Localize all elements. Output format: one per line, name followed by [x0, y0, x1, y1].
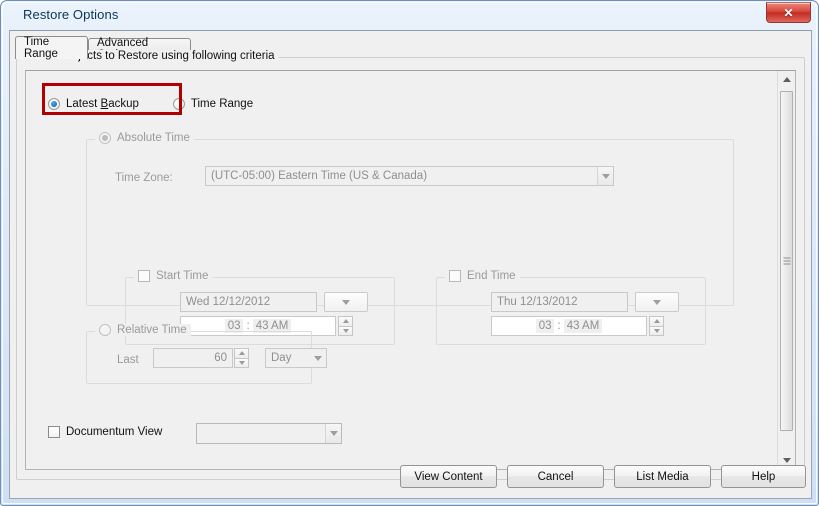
relative-last-stepper[interactable] [234, 348, 249, 368]
restore-mode-radio-group: Latest Backup Time Range [48, 93, 253, 115]
end-time-minute-meridiem: 43 AM [563, 319, 603, 333]
relative-unit-combobox[interactable]: Day [265, 348, 327, 368]
end-time-group: End Time Thu 12/13/2012 03 : 43 AM [436, 270, 706, 345]
scrollbar-thumb[interactable] [780, 91, 793, 431]
window-title: Restore Options [23, 7, 119, 22]
radio-absolute-time-indicator [99, 132, 111, 144]
end-time-label: End Time [467, 270, 516, 282]
time-zone-value: (UTC-05:00) Eastern Time (US & Canada) [211, 170, 428, 182]
tab-time-range[interactable]: Time Range [15, 36, 88, 60]
end-time-legend[interactable]: End Time [445, 270, 520, 282]
absolute-time-group: Absolute Time Time Zone: (UTC-05:00) Eas… [86, 132, 734, 345]
start-time-stepper-up-icon [338, 316, 353, 327]
close-button[interactable]: ✕ [766, 2, 811, 23]
radio-time-range-label: Time Range [190, 98, 254, 110]
radio-latest-backup-label: Latest Backup [66, 98, 139, 110]
relative-time-label: Relative Time [117, 324, 187, 336]
relative-unit-chevron-down-icon [310, 349, 326, 367]
restore-options-window: Restore Options ✕ Advanced Options Time … [0, 0, 819, 506]
criteria-group: Show Objects to Restore using following … [16, 50, 805, 480]
radio-time-range[interactable]: Time Range [172, 98, 254, 110]
radio-relative-time-indicator [99, 324, 111, 336]
end-time-stepper-up-icon [649, 316, 664, 327]
help-button[interactable]: Help [721, 465, 806, 488]
end-time-stepper[interactable] [649, 316, 664, 336]
end-time-separator: : [557, 320, 561, 332]
window-titlebar: Restore Options ✕ [1, 1, 819, 30]
start-time-legend[interactable]: Start Time [134, 270, 213, 282]
relative-last-stepper-down-icon [234, 358, 249, 368]
end-date-chevron-down-icon [653, 299, 661, 305]
start-time-stepper-down-icon [338, 326, 353, 336]
absolute-time-legend[interactable]: Absolute Time [95, 132, 194, 144]
documentum-view-combobox[interactable] [196, 423, 342, 444]
dialog-client-area: Advanced Options Time Range Show Objects… [9, 30, 812, 499]
end-time-checkbox[interactable] [449, 270, 461, 282]
end-time-hour: 03 [535, 319, 555, 333]
time-zone-chevron-down-icon [597, 167, 613, 185]
vertical-scrollbar[interactable] [777, 71, 795, 469]
documentum-view-checkbox[interactable] [48, 426, 60, 438]
time-zone-combobox[interactable]: (UTC-05:00) Eastern Time (US & Canada) [205, 166, 614, 186]
tab-time-range-label: Time Range [24, 36, 58, 60]
list-media-button[interactable]: List Media [614, 465, 711, 488]
relative-last-value-input[interactable]: 60 [153, 348, 233, 368]
view-content-button[interactable]: View Content [400, 465, 497, 488]
cancel-button[interactable]: Cancel [507, 465, 604, 488]
dialog-button-bar: View Content Cancel List Media Help [10, 454, 813, 498]
scroll-up-button[interactable] [778, 71, 795, 88]
radio-latest-backup[interactable]: Latest Backup [48, 98, 139, 110]
relative-time-group: Relative Time Last 60 Day [86, 324, 327, 384]
radio-time-range-indicator [172, 98, 185, 110]
start-time-label: Start Time [156, 270, 209, 282]
close-icon: ✕ [783, 5, 794, 20]
documentum-view-label: Documentum View [66, 426, 163, 438]
relative-last-label: Last [117, 354, 139, 366]
end-time-input[interactable]: 03 : 43 AM [491, 316, 647, 336]
relative-time-legend[interactable]: Relative Time [95, 324, 191, 336]
start-time-stepper[interactable] [338, 316, 353, 336]
documentum-view-row: Documentum View [48, 426, 170, 438]
start-date-chevron-down-icon [342, 299, 350, 305]
start-date-input[interactable]: Wed 12/12/2012 [180, 292, 317, 312]
relative-last-stepper-up-icon [234, 348, 249, 359]
radio-latest-backup-indicator [48, 98, 60, 110]
criteria-scroll-content: Latest Backup Time Range Absolute Time T… [26, 71, 779, 469]
end-date-input[interactable]: Thu 12/13/2012 [491, 292, 628, 312]
start-time-checkbox[interactable] [138, 270, 150, 282]
scrollbar-grip-icon [783, 257, 790, 265]
start-date-picker-button[interactable] [324, 292, 368, 312]
relative-unit-value: Day [271, 352, 292, 364]
time-zone-label: Time Zone: [115, 172, 173, 184]
end-date-picker-button[interactable] [635, 292, 679, 312]
absolute-time-label: Absolute Time [117, 132, 190, 144]
scroll-up-arrow-icon [782, 77, 791, 82]
criteria-scroll-panel: Latest Backup Time Range Absolute Time T… [25, 70, 796, 470]
end-time-stepper-down-icon [649, 326, 664, 336]
documentum-view-chevron-down-icon [325, 424, 341, 443]
